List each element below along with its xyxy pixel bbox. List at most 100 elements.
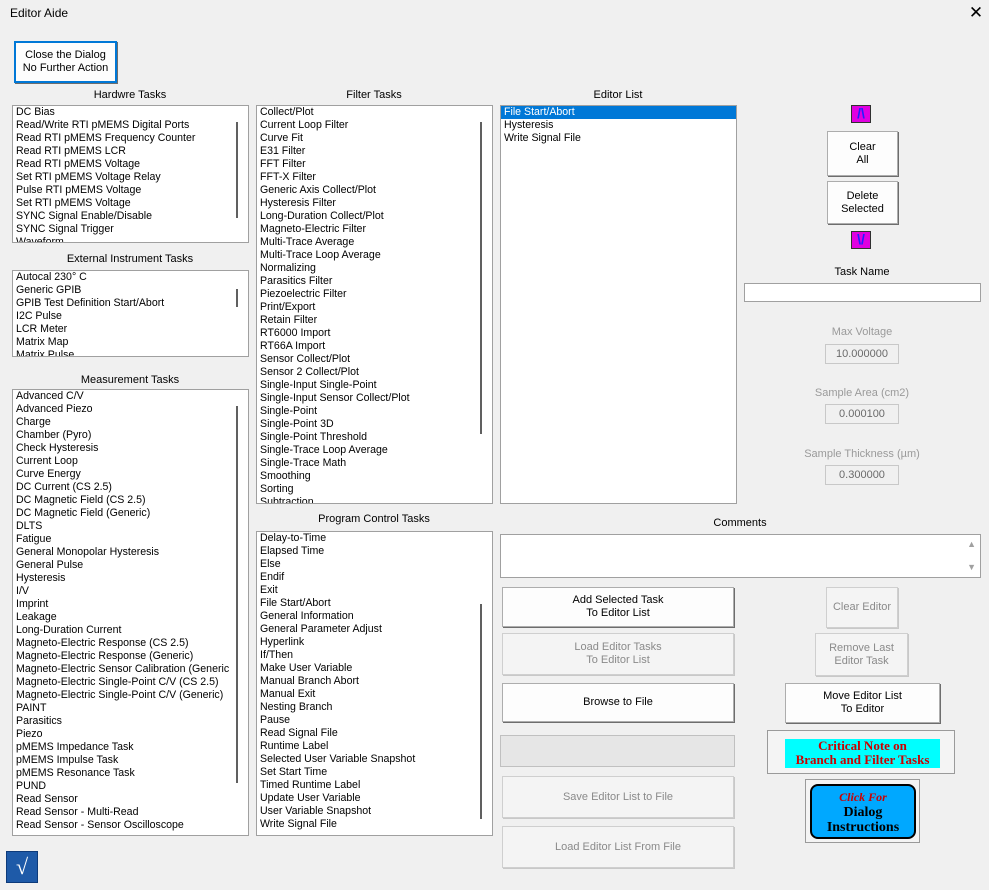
list-item[interactable]: Normalizing (257, 262, 492, 275)
load-editor-list-from-file-button[interactable]: Load Editor List From File (502, 826, 734, 868)
list-item[interactable]: Smoothing (257, 470, 492, 483)
list-item[interactable]: Generic GPIB (13, 284, 248, 297)
list-item[interactable]: Single-Input Sensor Collect/Plot (257, 392, 492, 405)
list-item[interactable]: Set RTI pMEMS Voltage Relay (13, 171, 248, 184)
list-item[interactable]: Write Signal File (501, 132, 736, 145)
list-item[interactable]: Magneto-Electric Sensor Calibration (Gen… (13, 663, 248, 676)
list-item[interactable]: Matrix Pulse (13, 349, 248, 356)
editor-list[interactable]: File Start/Abort Hysteresis Write Signal F… (500, 105, 737, 504)
list-item[interactable]: Single-Input Single-Point (257, 379, 492, 392)
list-item[interactable]: FFT-X Filter (257, 171, 492, 184)
list-item[interactable]: Current Loop Filter (257, 119, 492, 132)
list-item[interactable]: Waveform (13, 236, 248, 242)
list-item[interactable]: Advanced Piezo (13, 403, 248, 416)
list-item[interactable]: Magneto-Electric Response (Generic) (13, 650, 248, 663)
move-down-button[interactable]: \/ (851, 231, 871, 249)
list-item[interactable]: Parasitics (13, 715, 248, 728)
list-item[interactable]: Timed Runtime Label (257, 779, 492, 792)
hardware-tasks-list[interactable]: DC Bias Read/Write RTI pMEMS Digital Port… (12, 105, 249, 243)
list-item[interactable]: General Monopolar Hysteresis (13, 546, 248, 559)
list-item[interactable]: Make User Variable (257, 662, 492, 675)
list-item[interactable]: Nesting Branch (257, 701, 492, 714)
list-item[interactable]: Magneto-Electric Response (CS 2.5) (13, 637, 248, 650)
list-item[interactable]: Selected User Variable Snapshot (257, 753, 492, 766)
list-item[interactable]: Set Start Time (257, 766, 492, 779)
list-item[interactable]: Read/Write RTI pMEMS Digital Ports (13, 119, 248, 132)
browse-to-file-button[interactable]: Browse to File (502, 683, 734, 722)
list-item[interactable]: General Information (257, 610, 492, 623)
list-item[interactable]: Matrix Map (13, 336, 248, 349)
measurement-scrollbar[interactable] (236, 406, 238, 783)
list-item[interactable]: Elapsed Time (257, 545, 492, 558)
list-item[interactable]: File Start/Abort (501, 106, 736, 119)
clear-editor-button[interactable]: Clear Editor (826, 587, 898, 628)
list-item[interactable]: DLTS (13, 520, 248, 533)
task-name-input[interactable] (744, 283, 981, 302)
list-item[interactable]: RT66A Import (257, 340, 492, 353)
list-item[interactable]: Read RTI pMEMS Voltage (13, 158, 248, 171)
list-item[interactable]: Manual Branch Abort (257, 675, 492, 688)
list-item[interactable]: Curve Energy (13, 468, 248, 481)
list-item[interactable]: User Variable Snapshot (257, 805, 492, 818)
list-item[interactable]: Fatigue (13, 533, 248, 546)
list-item[interactable]: Runtime Label (257, 740, 492, 753)
list-item[interactable]: General Pulse (13, 559, 248, 572)
list-item[interactable]: Charge (13, 416, 248, 429)
list-item[interactable]: I2C Pulse (13, 310, 248, 323)
list-item[interactable]: Collect/Plot (257, 106, 492, 119)
list-item[interactable]: Single-Trace Math (257, 457, 492, 470)
add-selected-task-button[interactable]: Add Selected Task To Editor List (502, 587, 734, 627)
list-item[interactable]: Curve Fit (257, 132, 492, 145)
list-item[interactable]: Update User Variable (257, 792, 492, 805)
list-item[interactable]: Check Hysteresis (13, 442, 248, 455)
list-item[interactable]: Pause (257, 714, 492, 727)
list-item[interactable]: Pulse RTI pMEMS Voltage (13, 184, 248, 197)
list-item[interactable]: Parasitics Filter (257, 275, 492, 288)
list-item[interactable]: Read Signal File (257, 727, 492, 740)
list-item[interactable]: Imprint (13, 598, 248, 611)
program-tasks-list[interactable]: Delay-to-Time Elapsed Time Else Endif Exit Fi… (256, 531, 493, 836)
list-item[interactable]: Single-Trace Loop Average (257, 444, 492, 457)
list-item[interactable]: PUND (13, 780, 248, 793)
close-dialog-button[interactable]: Close the Dialog No Further Action (14, 41, 117, 83)
program-scrollbar[interactable] (480, 604, 482, 819)
list-item[interactable]: Single-Point Threshold (257, 431, 492, 444)
list-item[interactable]: Magneto-Electric Single-Point C/V (Gener… (13, 689, 248, 702)
list-item[interactable]: Current Loop (13, 455, 248, 468)
list-item[interactable]: Single-Point 3D (257, 418, 492, 431)
list-item[interactable]: SYNC Signal Trigger (13, 223, 248, 236)
clear-all-button[interactable]: Clear All (827, 131, 898, 176)
dialog-instructions-button[interactable]: Click For Dialog Instructions (805, 779, 920, 843)
list-item[interactable]: Leakage (13, 611, 248, 624)
close-icon[interactable]: ✕ (966, 2, 986, 24)
external-scrollbar[interactable] (236, 289, 238, 307)
list-item[interactable]: FFT Filter (257, 158, 492, 171)
list-item[interactable]: RT6000 Import (257, 327, 492, 340)
list-item[interactable]: Print/Export (257, 301, 492, 314)
list-item[interactable]: DC Current (CS 2.5) (13, 481, 248, 494)
list-item[interactable]: Chamber (Pyro) (13, 429, 248, 442)
list-item[interactable]: Advanced C/V (13, 390, 248, 403)
filter-scrollbar[interactable] (480, 122, 482, 434)
list-item[interactable]: Else (257, 558, 492, 571)
list-item[interactable]: Read Sensor - Sensor Oscilloscope (13, 819, 248, 832)
list-item[interactable]: pMEMS Impulse Task (13, 754, 248, 767)
scroll-up-icon[interactable]: ▲ (967, 539, 976, 549)
remove-last-editor-task-button[interactable]: Remove Last Editor Task (815, 633, 908, 676)
list-item[interactable]: Piezoelectric Filter (257, 288, 492, 301)
list-item[interactable]: pMEMS Impedance Task (13, 741, 248, 754)
list-item[interactable]: I/V (13, 585, 248, 598)
list-item[interactable]: Piezo (13, 728, 248, 741)
list-item[interactable]: GPIB Test Definition Start/Abort (13, 297, 248, 310)
load-editor-tasks-button[interactable]: Load Editor Tasks To Editor List (502, 633, 734, 675)
list-item[interactable]: pMEMS Resonance Task (13, 767, 248, 780)
hardware-scrollbar[interactable] (236, 122, 238, 218)
list-item[interactable]: PAINT (13, 702, 248, 715)
list-item[interactable]: Sensor 2 Collect/Plot (257, 366, 492, 379)
list-item[interactable]: Single-Point (257, 405, 492, 418)
critical-note-button[interactable]: Critical Note on Branch and Filter Tasks (767, 730, 955, 774)
list-item[interactable]: Multi-Trace Loop Average (257, 249, 492, 262)
scroll-down-icon[interactable]: ▼ (967, 562, 976, 572)
list-item[interactable]: Delay-to-Time (257, 532, 492, 545)
list-item[interactable]: Generic Axis Collect/Plot (257, 184, 492, 197)
